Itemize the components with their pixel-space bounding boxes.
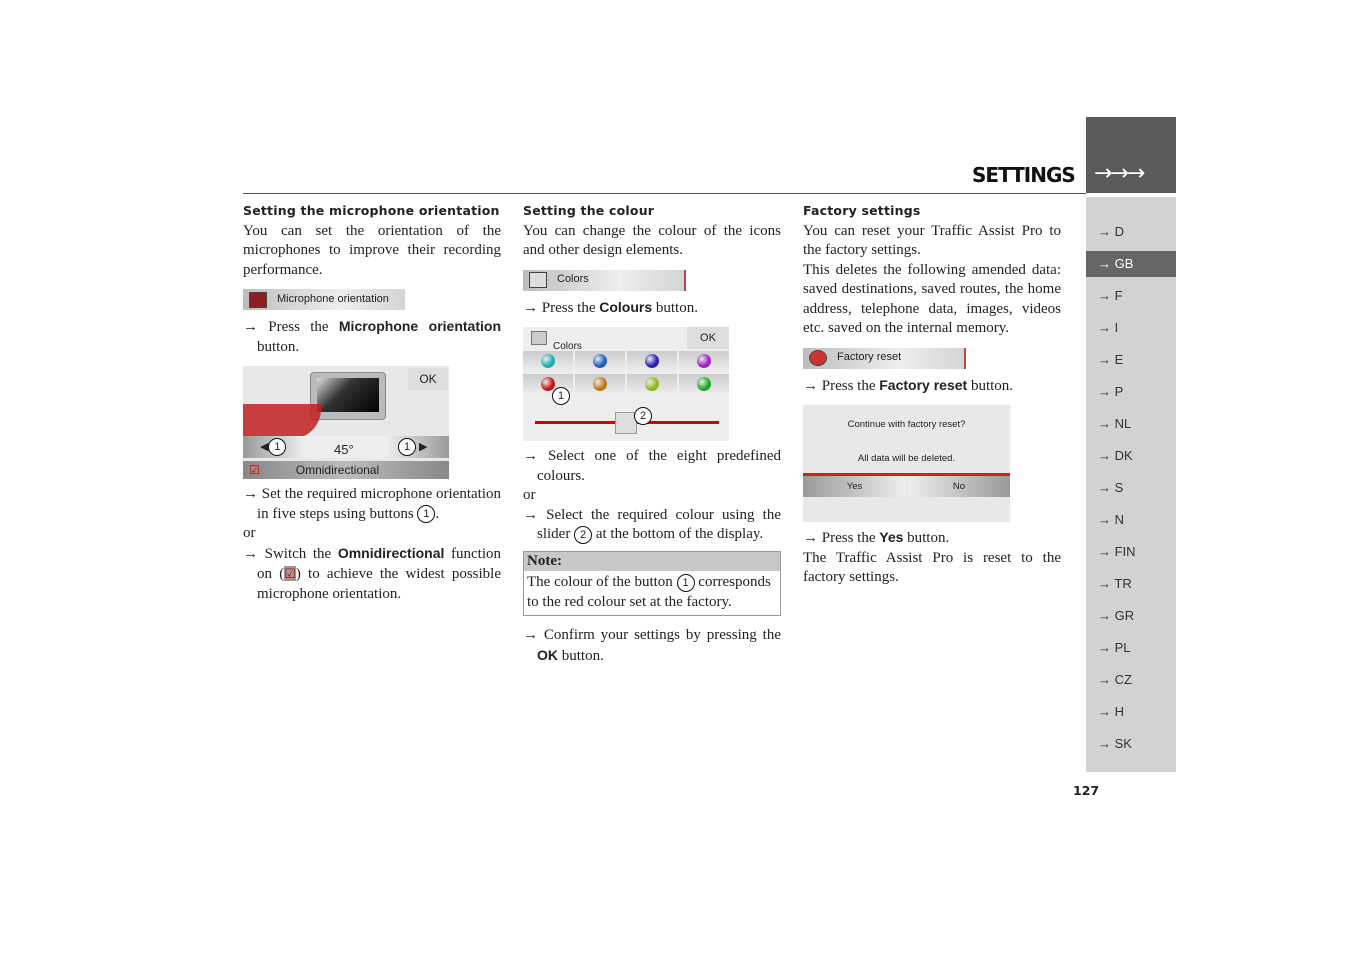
- angle-right-button[interactable]: 1 ▶: [398, 438, 428, 458]
- colour-swatch[interactable]: [679, 374, 729, 395]
- colour-ball: [593, 354, 607, 368]
- language-item[interactable]: → N: [1086, 507, 1176, 533]
- header-arrows: →→→: [1094, 161, 1145, 186]
- note-box: Note: The colour of the button 1 corresp…: [523, 550, 781, 616]
- language-item[interactable]: → I: [1086, 315, 1176, 341]
- language-item[interactable]: → CZ: [1086, 667, 1176, 693]
- section-heading: Setting the microphone orientation: [243, 203, 500, 218]
- button-label: Factory reset: [837, 351, 902, 364]
- note-heading: Note:: [524, 551, 780, 571]
- dialog-warning: All data will be deleted.: [857, 453, 956, 464]
- colour-swatch[interactable]: [627, 374, 677, 395]
- colour-ball: [541, 354, 555, 368]
- microphone-icon: [249, 291, 267, 308]
- microphone-screen: OK ◀ 1 45° 1 ▶ ☑ Omnidirectional: [243, 366, 449, 479]
- or-text: or: [243, 525, 256, 541]
- step-text: → Press the Factory reset button.: [803, 376, 1014, 394]
- reset-dialog: Continue with factory reset? All data wi…: [803, 405, 1010, 522]
- pencil-icon: [531, 331, 547, 345]
- ok-button[interactable]: OK: [408, 368, 448, 390]
- omnidirectional-toggle[interactable]: ☑ Omnidirectional: [243, 461, 449, 479]
- language-item[interactable]: → SK: [1086, 731, 1176, 757]
- colour-ball: [697, 377, 711, 391]
- language-sidebar: → D → GB → F → I → E → P → NL → DK → S → N → FIN → …: [1086, 197, 1176, 772]
- intro-text-2: This deletes the following amended data:…: [803, 261, 1061, 337]
- callout-1: 1: [552, 387, 570, 405]
- column-microphone: Setting the microphone orientation You c…: [243, 201, 501, 604]
- step-text: → Set the required microphone orientatio…: [243, 486, 501, 524]
- language-item[interactable]: → PL: [1086, 635, 1176, 661]
- step-text: → Press the Colours button.: [523, 298, 698, 316]
- colour-ball: [697, 354, 711, 368]
- language-item[interactable]: → E: [1086, 347, 1176, 373]
- language-item[interactable]: → P: [1086, 379, 1176, 405]
- section-heading: Factory settings: [803, 203, 921, 218]
- button-label: Colors: [557, 273, 589, 286]
- device-graphic: [310, 372, 386, 420]
- language-item[interactable]: → FIN: [1086, 539, 1176, 565]
- step-text: → Press the Yes button.: [803, 529, 950, 546]
- colour-swatch[interactable]: [575, 351, 625, 372]
- column-colour: Setting the colour You can change the co…: [523, 201, 781, 666]
- step-text: → Switch the Omnidirectional function on…: [243, 544, 501, 602]
- intro-text: You can set the orientation of the micro…: [243, 222, 501, 278]
- colour-swatch[interactable]: [575, 374, 625, 395]
- column-factory: Factory settings You can reset your Traf…: [803, 201, 1061, 588]
- ok-button[interactable]: OK: [687, 327, 729, 349]
- language-item[interactable]: → S: [1086, 475, 1176, 501]
- intro-text: You can reset your Traffic Assist Pro to…: [803, 222, 1061, 259]
- colour-swatch[interactable]: [679, 351, 729, 372]
- colour-ball: [645, 377, 659, 391]
- no-button[interactable]: No: [908, 476, 1010, 497]
- header-rule: [243, 193, 1086, 194]
- result-text: The Traffic Assist Pro is reset to the f…: [803, 549, 1061, 586]
- or-text: or: [523, 487, 536, 503]
- dialog-question: Continue with factory reset?: [847, 419, 966, 430]
- language-item[interactable]: → F: [1086, 283, 1176, 309]
- button-label: Microphone orientation: [277, 292, 389, 305]
- language-item[interactable]: → GB: [1086, 251, 1176, 277]
- step-text: → Press the Microphone orientation butto…: [243, 318, 501, 355]
- colour-ball: [593, 377, 607, 391]
- language-item[interactable]: → DK: [1086, 443, 1176, 469]
- section-heading: Setting the colour: [523, 203, 655, 218]
- language-item[interactable]: → D: [1086, 219, 1176, 245]
- microphone-beam: [243, 404, 321, 439]
- intro-text: You can change the colour of the icons a…: [523, 222, 781, 259]
- reset-icon: [809, 350, 827, 366]
- colour-swatch[interactable]: [523, 351, 573, 372]
- yes-button[interactable]: Yes: [803, 476, 906, 497]
- checkbox-icon: ☑: [284, 566, 296, 581]
- colour-ball: [645, 354, 659, 368]
- colors-button[interactable]: Colors: [523, 269, 686, 291]
- step-text: → Select the required colour using the s…: [523, 506, 781, 544]
- step-text: → Confirm your settings by pressing the …: [523, 627, 781, 664]
- language-item[interactable]: → TR: [1086, 571, 1176, 597]
- colors-screen: Colors OK 1 2: [523, 327, 729, 441]
- language-item[interactable]: → NL: [1086, 411, 1176, 437]
- page-title: SETTINGS: [972, 163, 1076, 187]
- step-text: → Select one of the eight predefined col…: [523, 448, 781, 484]
- angle-value: 45°: [334, 442, 354, 457]
- language-item[interactable]: → GR: [1086, 603, 1176, 629]
- pencil-icon: [529, 272, 547, 288]
- note-body: The colour of the button 1 corresponds t…: [527, 573, 771, 610]
- colour-swatch[interactable]: [627, 351, 677, 372]
- angle-left-button[interactable]: ◀ 1: [260, 438, 287, 458]
- colour-ball: [541, 377, 555, 391]
- language-item[interactable]: → H: [1086, 699, 1176, 725]
- checkbox-icon: ☑: [249, 463, 260, 477]
- callout-2: 2: [634, 407, 652, 425]
- page-number: 127: [1073, 783, 1100, 798]
- microphone-orientation-button[interactable]: Microphone orientation: [243, 289, 405, 310]
- factory-reset-button[interactable]: Factory reset: [803, 347, 966, 369]
